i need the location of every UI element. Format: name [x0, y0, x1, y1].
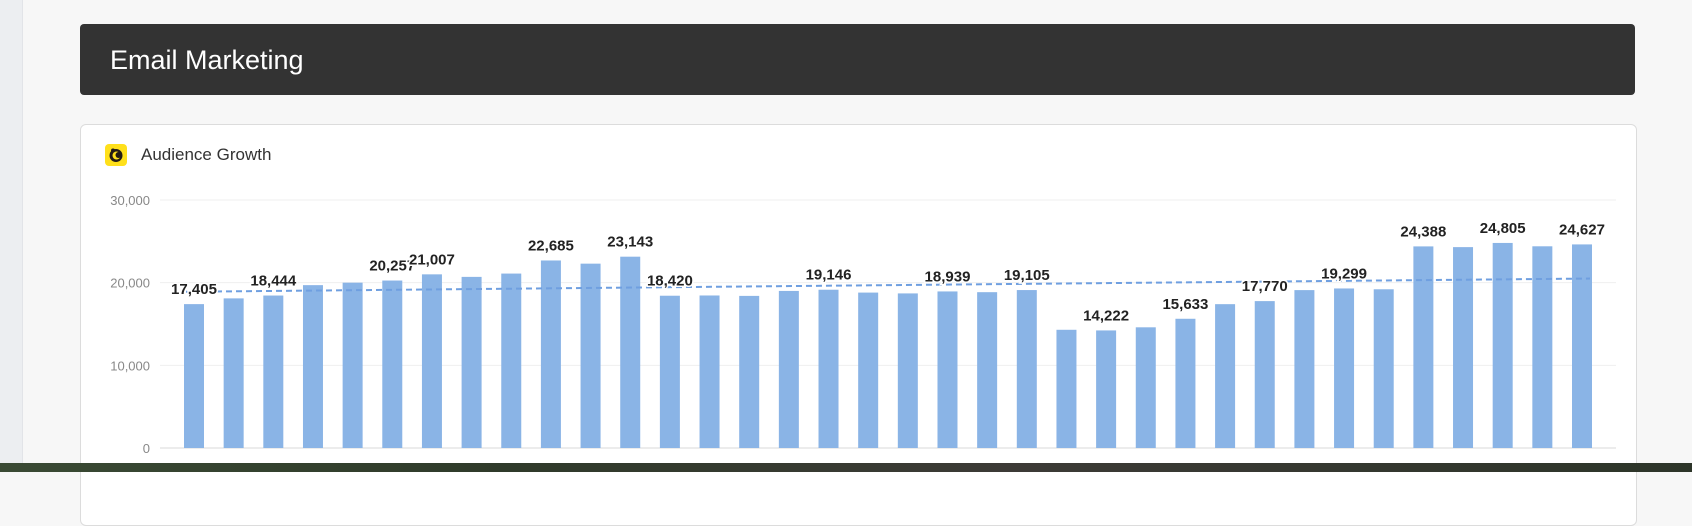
- bar: [778, 290, 799, 448]
- bar: [1492, 242, 1513, 448]
- bar: [1135, 327, 1156, 448]
- bar: [1096, 330, 1117, 448]
- bar: [1016, 290, 1037, 448]
- app-left-rail: [0, 0, 23, 472]
- bar: [382, 280, 403, 448]
- data-label: 15,633: [1162, 296, 1208, 313]
- bar: [1056, 329, 1077, 448]
- bar: [1294, 290, 1315, 448]
- bar: [897, 293, 918, 448]
- bar: [977, 292, 998, 448]
- bar: [501, 273, 522, 448]
- bar: [421, 274, 442, 448]
- bar: [620, 256, 641, 448]
- data-label: 18,420: [647, 273, 693, 290]
- bar: [1334, 288, 1355, 448]
- data-label: 19,105: [1004, 267, 1050, 284]
- bar: [580, 263, 601, 448]
- y-tick-label: 20,000: [110, 276, 150, 291]
- data-label: 21,007: [409, 251, 455, 268]
- bar: [739, 295, 760, 448]
- data-label: 19,146: [806, 267, 852, 284]
- bar: [937, 291, 958, 448]
- data-label: 24,627: [1559, 221, 1605, 238]
- bar: [223, 298, 244, 448]
- y-tick-label: 10,000: [110, 358, 150, 373]
- os-dock-strip: [0, 463, 1692, 472]
- bar: [1215, 304, 1236, 448]
- bar: [302, 285, 323, 448]
- y-tick-label: 0: [143, 441, 150, 456]
- bar: [1413, 246, 1434, 448]
- bar: [1373, 289, 1394, 448]
- bar: [263, 295, 284, 448]
- bar: [1572, 244, 1592, 448]
- data-label: 17,405: [171, 281, 217, 298]
- bar: [1453, 247, 1474, 448]
- section-title: Email Marketing: [110, 45, 304, 75]
- bar: [184, 304, 204, 448]
- data-label: 22,685: [528, 237, 574, 254]
- bar: [1254, 301, 1275, 448]
- data-label: 18,939: [925, 268, 971, 285]
- data-label: 24,805: [1480, 220, 1526, 237]
- data-label: 14,222: [1083, 307, 1129, 324]
- bar: [1532, 246, 1553, 448]
- bar: [342, 282, 363, 448]
- y-tick-label: 30,000: [110, 193, 150, 208]
- bar: [818, 289, 839, 448]
- section-header: Email Marketing: [80, 24, 1635, 95]
- data-label: 17,770: [1242, 278, 1288, 295]
- data-label: 18,444: [250, 273, 297, 290]
- data-label: 23,143: [607, 234, 653, 251]
- bar: [461, 276, 482, 448]
- data-label: 19,299: [1321, 265, 1367, 282]
- audience-growth-chart: 010,00020,00030,00017,40518,44420,25721,…: [110, 193, 1616, 456]
- bar: [659, 295, 680, 448]
- bar: [699, 295, 720, 448]
- data-label: 24,388: [1400, 223, 1446, 240]
- bar: [858, 292, 879, 448]
- bar: [1175, 318, 1196, 448]
